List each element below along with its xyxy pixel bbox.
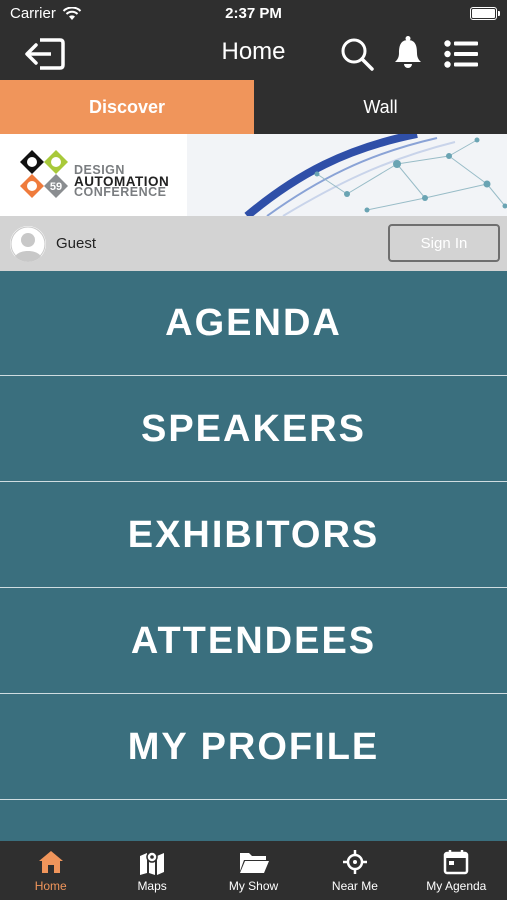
tabbar-label-home: Home — [34, 879, 67, 893]
avatar — [10, 226, 46, 262]
tabbar-item-maps[interactable]: Maps — [101, 841, 202, 900]
calendar-icon — [444, 850, 469, 875]
sign-in-button[interactable]: Sign In — [388, 224, 500, 262]
tab-wall[interactable]: Wall — [254, 80, 507, 134]
menu-item-my-profile[interactable]: MY PROFILE — [0, 695, 507, 800]
menu-item-attendees[interactable]: ATTENDEES — [0, 589, 507, 694]
list-icon — [444, 40, 478, 68]
search-button[interactable] — [338, 36, 376, 72]
logo-line-3: CONFERENCE — [74, 185, 167, 199]
guest-name: Guest — [56, 235, 97, 252]
event-banner: 59 DESIGN AUTOMATION CONFERENCE — [0, 134, 507, 216]
crosshair-icon — [342, 850, 367, 874]
network-graphic — [187, 134, 507, 216]
tabbar-item-home[interactable]: Home — [0, 841, 101, 900]
nav-bar: Home — [0, 28, 507, 80]
logo-number: 59 — [50, 181, 62, 193]
map-icon — [140, 851, 165, 875]
home-icon — [38, 851, 63, 873]
notifications-button[interactable] — [390, 34, 426, 72]
tab-discover[interactable]: Discover — [0, 80, 254, 134]
tabbar-item-near-me[interactable]: Near Me — [304, 841, 405, 900]
bell-icon — [395, 36, 421, 68]
logo-text: DESIGN AUTOMATION CONFERENCE — [74, 164, 169, 199]
menu-item-speakers[interactable]: SPEAKERS — [0, 377, 507, 482]
folder-icon — [239, 853, 269, 873]
menu-item-agenda[interactable]: AGENDA — [0, 271, 507, 376]
search-icon — [341, 38, 374, 71]
tabbar-label-maps: Maps — [137, 879, 167, 893]
list-button[interactable] — [440, 36, 482, 72]
tabbar-label-near-me: Near Me — [331, 879, 378, 893]
guest-bar: Guest Sign In — [0, 216, 507, 271]
bottom-tab-bar: Home Maps My Show Near Me My Agenda — [0, 841, 507, 900]
tabbar-label-my-agenda: My Agenda — [426, 879, 487, 893]
status-time: 2:37 PM — [225, 5, 282, 22]
tabbar-label-my-show: My Show — [228, 879, 279, 893]
tabbar-item-my-agenda[interactable]: My Agenda — [406, 841, 507, 900]
main-menu: AGENDA SPEAKERS EXHIBITORS ATTENDEES MY … — [0, 271, 507, 841]
segment-tabs: Discover Wall — [0, 80, 507, 134]
menu-item-exhibitors[interactable]: EXHIBITORS — [0, 483, 507, 588]
battery-icon — [470, 7, 500, 20]
status-bar: Carrier 2:37 PM — [0, 0, 507, 28]
tabbar-item-my-show[interactable]: My Show — [203, 841, 304, 900]
page-title: Home — [221, 38, 286, 65]
user-icon — [10, 226, 46, 262]
